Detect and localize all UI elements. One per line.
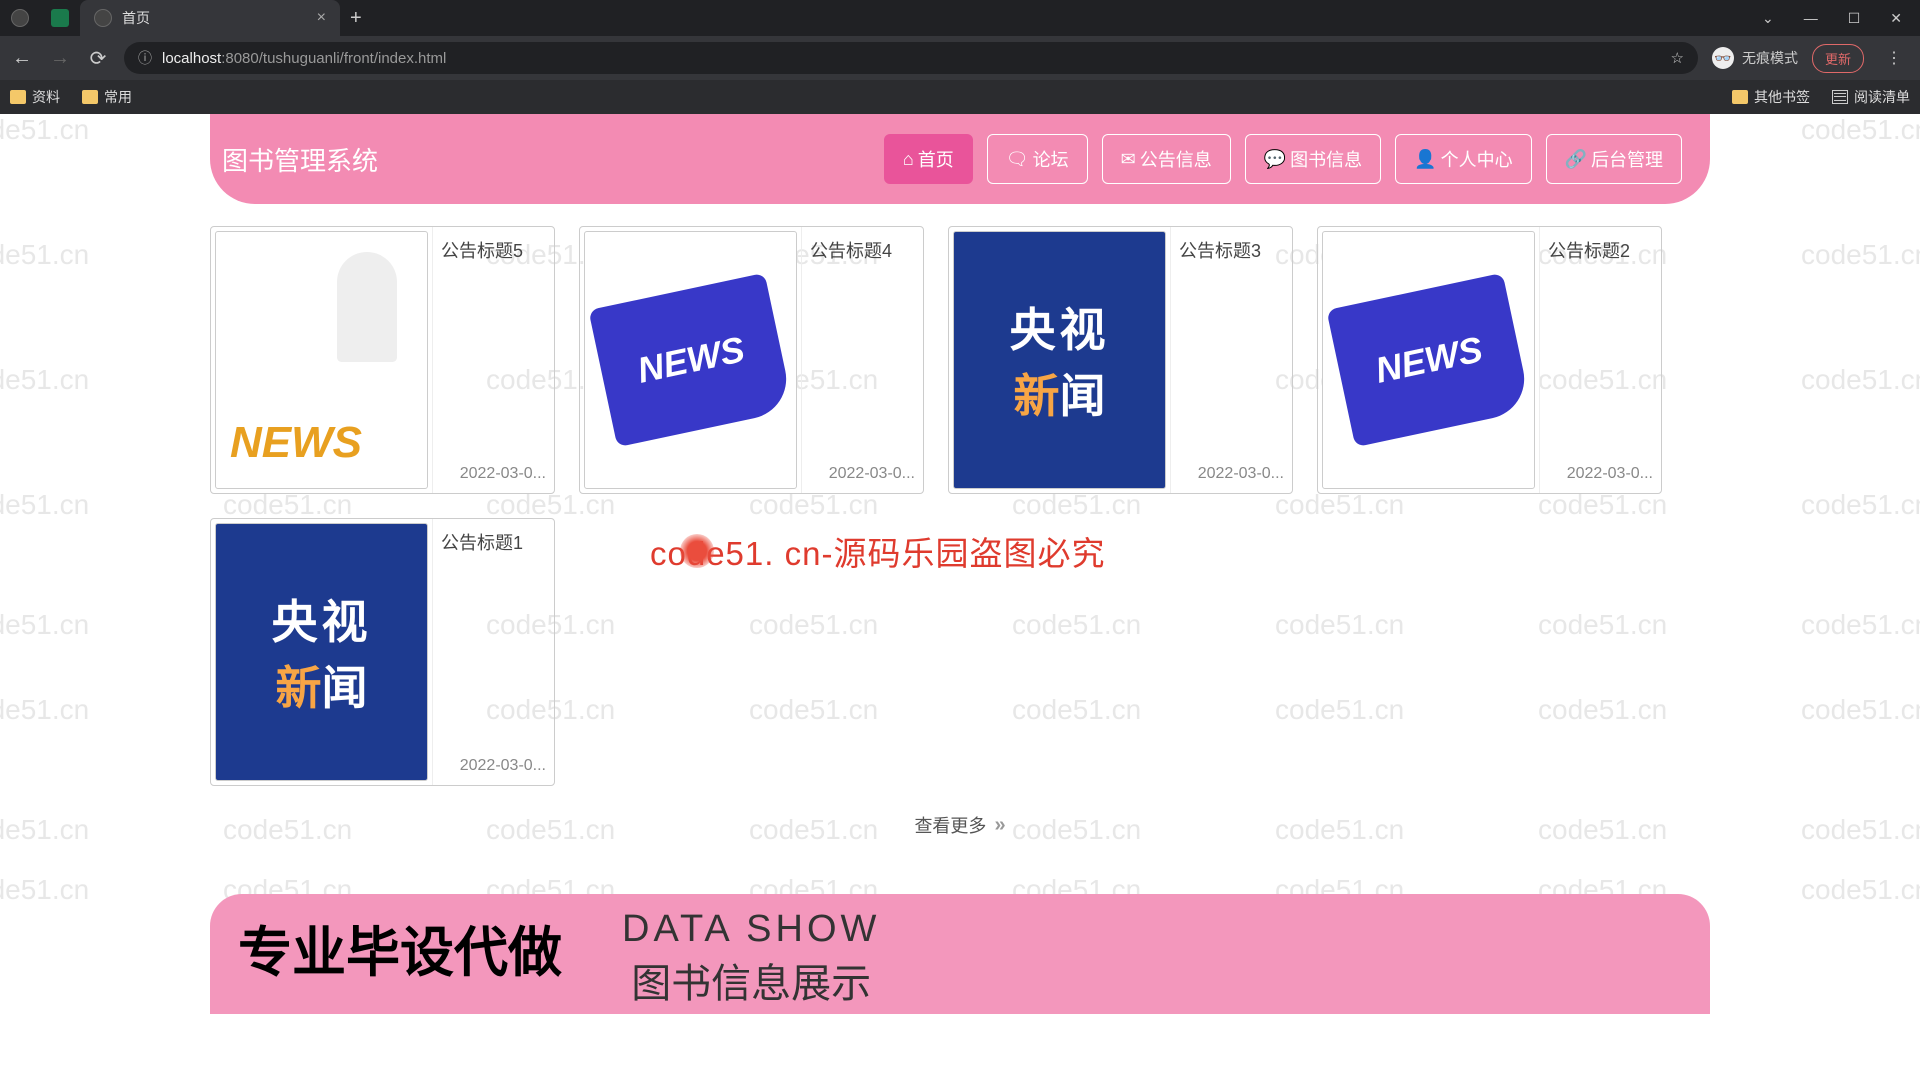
favicon (94, 9, 112, 27)
app-icon[interactable] (40, 9, 80, 27)
nav-icon: 🗨 (1006, 149, 1029, 170)
window-dropdown-icon[interactable]: ⌄ (1762, 10, 1774, 27)
incognito-icon: 👓 (1712, 47, 1734, 69)
nav-label: 公告信息 (1140, 146, 1212, 172)
folder-icon (1732, 90, 1748, 104)
banner-left-title: 专业毕设代做 (238, 908, 562, 987)
nav-item-2[interactable]: ✉公告信息 (1102, 134, 1231, 184)
window-minimize-icon[interactable]: — (1804, 10, 1818, 27)
reload-button[interactable]: ⟳ (86, 46, 110, 71)
announcement-card[interactable]: NEWS 公告标题5 2022-03-0... (210, 226, 555, 494)
page: code51.cncode51.cncode51.cncode51.cncode… (0, 114, 1920, 1014)
nav-icon: 🔗 (1565, 149, 1587, 170)
reading-list[interactable]: 阅读清单 (1832, 87, 1910, 107)
folder-icon (82, 90, 98, 104)
top-banner: 图书管理系统 ⌂首页 🗨论坛 ✉公告信息 💬图书信息 👤个人中心 🔗后台管理 (210, 114, 1710, 204)
banner-zh: 图书信息展示 (622, 951, 880, 1009)
card-date: 2022-03-0... (441, 465, 546, 483)
bookmark-folder-ziliao[interactable]: 资料 (10, 87, 60, 107)
card-title: 公告标题5 (441, 237, 546, 263)
url-field[interactable]: ⓘ localhost:8080/tushuguanli/front/index… (124, 42, 1698, 74)
nav-label: 后台管理 (1591, 146, 1663, 172)
bookmark-star-icon[interactable]: ☆ (1671, 49, 1684, 67)
nav-item-4[interactable]: 👤个人中心 (1395, 134, 1531, 184)
card-body: 公告标题5 2022-03-0... (433, 227, 554, 493)
watermark-overlay: code51. cn-源码乐园盗图必究 (650, 527, 1105, 575)
card-title: 公告标题4 (810, 237, 915, 263)
nav-item-0[interactable]: ⌂首页 (884, 134, 973, 184)
window-controls: ⌄ — ☐ ✕ (1762, 10, 1920, 27)
forward-button[interactable]: → (48, 47, 72, 70)
card-thumbnail: 央视新闻 (949, 227, 1171, 493)
new-tab-button[interactable]: + (340, 7, 372, 30)
bookmarks-bar: 资料 常用 其他书签 阅读清单 (0, 80, 1920, 114)
other-bookmarks[interactable]: 其他书签 (1732, 87, 1810, 107)
nav-item-3[interactable]: 💬图书信息 (1245, 134, 1381, 184)
nav-icon: 👤 (1414, 149, 1436, 170)
card-thumbnail: NEWS (1318, 227, 1540, 493)
card-date: 2022-03-0... (1548, 465, 1653, 483)
site-info-icon[interactable]: ⓘ (138, 48, 152, 68)
main-nav: ⌂首页 🗨论坛 ✉公告信息 💬图书信息 👤个人中心 🔗后台管理 (884, 134, 1682, 184)
card-title: 公告标题3 (1179, 237, 1284, 263)
list-icon (1832, 90, 1848, 104)
update-button[interactable]: 更新 (1812, 44, 1864, 73)
bottom-banner: 专业毕设代做 DATA SHOW 图书信息展示 (210, 894, 1710, 1014)
card-title: 公告标题2 (1548, 237, 1653, 263)
close-tab-icon[interactable]: × (317, 9, 326, 27)
nav-icon: ✉ (1121, 149, 1136, 170)
nav-item-1[interactable]: 🗨论坛 (987, 134, 1088, 184)
banner-right: DATA SHOW 图书信息展示 (622, 908, 880, 1009)
incognito-label: 无痕模式 (1742, 48, 1798, 68)
card-body: 公告标题2 2022-03-0... (1540, 227, 1661, 493)
announcement-grid: NEWS 公告标题5 2022-03-0... NEWS 公告标题4 2022-03-0.… (210, 226, 1710, 786)
card-thumbnail: NEWS (580, 227, 802, 493)
url-text: localhost:8080/tushuguanli/front/index.h… (162, 50, 1661, 67)
tab-title: 首页 (122, 8, 150, 28)
folder-icon (10, 90, 26, 104)
bookmark-folder-changyong[interactable]: 常用 (82, 87, 132, 107)
card-body: 公告标题3 2022-03-0... (1171, 227, 1292, 493)
card-date: 2022-03-0... (1179, 465, 1284, 483)
browser-menu-icon[interactable]: ⋮ (1878, 48, 1910, 68)
nav-label: 个人中心 (1441, 146, 1513, 172)
nav-label: 首页 (918, 146, 954, 172)
nav-icon: ⌂ (903, 149, 914, 170)
announcement-card[interactable]: 央视新闻公告标题3 2022-03-0... (948, 226, 1293, 494)
card-thumbnail: 央视新闻 (211, 519, 433, 785)
announcement-card[interactable]: NEWS 公告标题2 2022-03-0... (1317, 226, 1662, 494)
site-logo: 图书管理系统 (222, 141, 378, 178)
chevron-right-icon: » (994, 814, 1005, 837)
announcement-card[interactable]: NEWS 公告标题4 2022-03-0... (579, 226, 924, 494)
browser-tab[interactable]: 首页 × (80, 0, 340, 36)
profile-badge[interactable]: 👓 无痕模式 (1712, 47, 1798, 69)
card-date: 2022-03-0... (810, 465, 915, 483)
see-more-label: 查看更多 (914, 812, 986, 838)
browser-chrome: 首页 × + ⌄ — ☐ ✕ ← → ⟳ ⓘ localhost:8080/tu… (0, 0, 1920, 114)
window-maximize-icon[interactable]: ☐ (1848, 10, 1861, 27)
see-more-link[interactable]: 查看更多 » (210, 812, 1710, 838)
card-body: 公告标题1 2022-03-0... (433, 519, 554, 785)
card-thumbnail: NEWS (211, 227, 433, 493)
back-button[interactable]: ← (10, 47, 34, 70)
window-close-icon[interactable]: ✕ (1890, 10, 1902, 27)
announcement-card[interactable]: 央视新闻公告标题1 2022-03-0... (210, 518, 555, 786)
tab-bar: 首页 × + ⌄ — ☐ ✕ (0, 0, 1920, 36)
nav-item-5[interactable]: 🔗后台管理 (1546, 134, 1682, 184)
card-date: 2022-03-0... (441, 757, 546, 775)
address-bar: ← → ⟳ ⓘ localhost:8080/tushuguanli/front… (0, 36, 1920, 80)
os-icon[interactable] (0, 9, 40, 27)
card-title: 公告标题1 (441, 529, 546, 555)
banner-en: DATA SHOW (622, 908, 880, 951)
nav-icon: 💬 (1264, 149, 1286, 170)
nav-label: 图书信息 (1290, 146, 1362, 172)
card-body: 公告标题4 2022-03-0... (802, 227, 923, 493)
nav-label: 论坛 (1033, 146, 1069, 172)
cursor-annotation (680, 534, 714, 568)
